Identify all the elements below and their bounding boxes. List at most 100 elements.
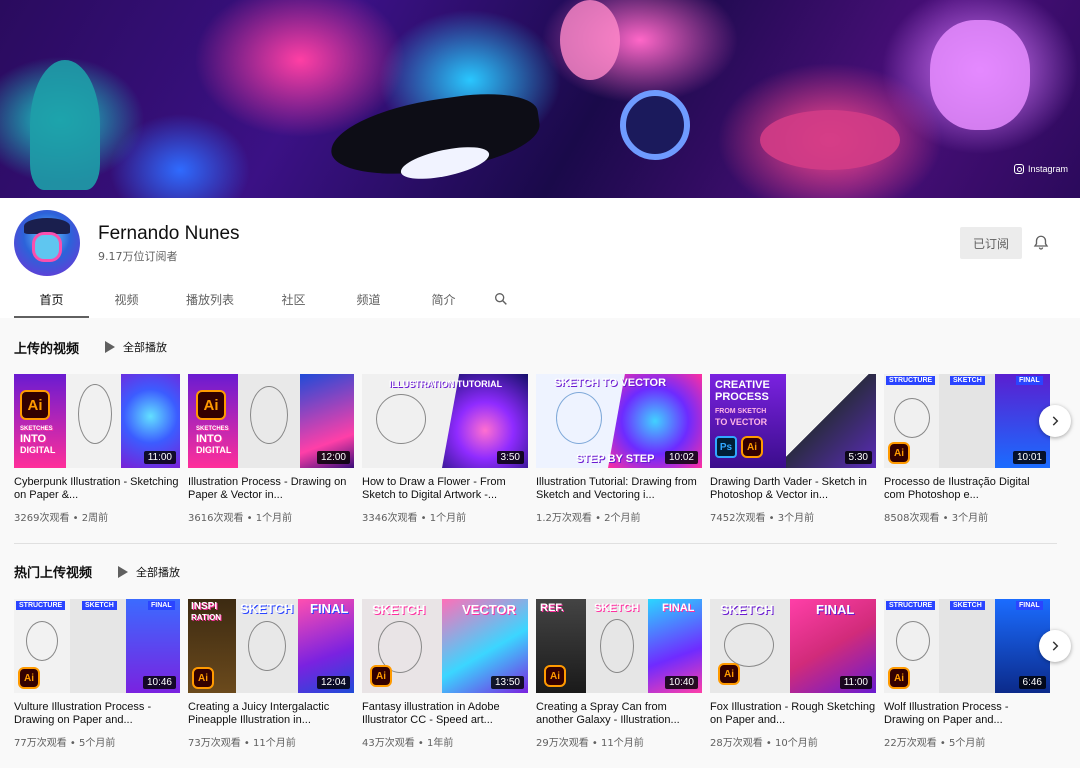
thumb-text: FINAL [310, 601, 349, 616]
thumb-text: SKETCHES [20, 426, 53, 432]
view-count: 1.2万次观看 [536, 513, 592, 524]
thumb-text: RATION [191, 613, 222, 622]
thumb-text: SKETCH [720, 602, 774, 617]
illustrator-icon: Ai [192, 667, 214, 689]
illustrator-icon: Ai [718, 663, 740, 685]
thumb-text: INTO [20, 433, 47, 445]
tab-playlists[interactable]: 播放列表 [164, 280, 256, 318]
video-title[interactable]: Vulture Illustration Process - Drawing o… [14, 701, 180, 727]
thumb-text: FINAL [148, 601, 175, 610]
thumb-text: FINAL [816, 602, 855, 617]
thumb-text: SKETCH [950, 376, 985, 385]
video-title[interactable]: Creating a Juicy Intergalactic Pineapple… [188, 701, 354, 727]
thumb-text: STEP BY STEP [576, 453, 655, 465]
video-thumbnail[interactable]: SKETCH TO VECTOR STEP BY STEP 10:02 [536, 374, 702, 468]
video-card[interactable]: STRUCTURE SKETCH FINAL Ai 6:46 Wolf Illu… [884, 599, 1050, 749]
video-thumbnail[interactable]: SKETCH VECTOR Ai 13:50 [362, 599, 528, 693]
video-title[interactable]: Creating a Spray Can from another Galaxy… [536, 701, 702, 727]
video-thumbnail[interactable]: ILLUSTRATION TUTORIAL 3:50 [362, 374, 528, 468]
thumb-text: CREATIVE [715, 379, 770, 391]
video-title[interactable]: Fantasy illustration in Adobe Illustrato… [362, 701, 528, 727]
thumb-text: STRUCTURE [886, 376, 936, 385]
play-all-popular[interactable]: 全部播放 [118, 564, 180, 580]
banner-art [30, 60, 100, 190]
video-duration: 10:46 [142, 676, 176, 689]
view-count: 28万次观看 [710, 738, 763, 749]
play-all-uploads[interactable]: 全部播放 [105, 339, 167, 355]
video-thumbnail[interactable]: Ai SKETCHES INTO DIGITAL 12:00 [188, 374, 354, 468]
upload-age: 11个月前 [253, 738, 296, 749]
banner-art [560, 0, 620, 80]
video-card[interactable]: STRUCTURE SKETCH FINAL Ai 10:46 Vulture … [14, 599, 180, 749]
thumb-text: ILLUSTRATION TUTORIAL [389, 379, 503, 389]
video-title[interactable]: Drawing Darth Vader - Sketch in Photosho… [710, 476, 876, 502]
tab-about[interactable]: 简介 [406, 280, 481, 318]
banner-art [620, 90, 690, 160]
video-thumbnail[interactable]: REF. SKETCH FINAL Ai 10:40 [536, 599, 702, 693]
video-duration: 3:50 [496, 451, 524, 464]
video-thumbnail[interactable]: STRUCTURE SKETCH FINAL Ai 10:46 [14, 599, 180, 693]
video-title[interactable]: Illustration Process - Drawing on Paper … [188, 476, 354, 502]
subscribed-button[interactable]: 已订阅 [960, 227, 1022, 259]
thumb-text: FINAL [662, 602, 695, 614]
upload-age: 2周前 [81, 513, 109, 524]
video-card[interactable]: Ai SKETCHES INTO DIGITAL 12:00 Illustrat… [188, 374, 354, 524]
view-count: 73万次观看 [188, 738, 241, 749]
video-thumbnail[interactable]: STRUCTURE SKETCH FINAL Ai 6:46 [884, 599, 1050, 693]
video-title[interactable]: Cyberpunk Illustration - Sketching on Pa… [14, 476, 180, 502]
video-card[interactable]: SKETCH VECTOR Ai 13:50 Fantasy illustrat… [362, 599, 528, 749]
video-meta: 3616次观看 • 1个月前 [188, 509, 354, 524]
tab-search[interactable] [481, 280, 521, 318]
meta-separator: • [591, 513, 605, 524]
illustrator-icon: Ai [544, 665, 566, 687]
video-title[interactable]: How to Draw a Flower - From Sketch to Di… [362, 476, 528, 502]
video-title[interactable]: Illustration Tutorial: Drawing from Sket… [536, 476, 702, 502]
tab-community[interactable]: 社区 [256, 280, 331, 318]
view-count: 3269次观看 [14, 513, 70, 524]
section-title-uploads: 上传的视频 [14, 342, 80, 357]
tab-home[interactable]: 首页 [14, 280, 89, 318]
video-card[interactable]: SKETCH TO VECTOR STEP BY STEP 10:02 Illu… [536, 374, 702, 524]
instagram-link[interactable]: Instagram [1013, 164, 1068, 174]
thumb-text: SKETCH [240, 601, 294, 616]
search-icon [495, 293, 507, 305]
avatar[interactable] [14, 210, 80, 276]
view-count: 43万次观看 [362, 738, 415, 749]
thumb-text: SKETCH [594, 602, 640, 614]
video-row-uploads: Ai SKETCHES INTO DIGITAL 11:00 Cyberpunk… [14, 374, 1080, 534]
video-card[interactable]: CREATIVE PROCESS FROM SKETCH TO VECTOR P… [710, 374, 876, 524]
subscriber-count: 9.17万位订阅者 [98, 250, 178, 263]
video-card[interactable]: SKETCH FINAL Ai 11:00 Fox Illustration -… [710, 599, 876, 749]
thumb-text: VECTOR [462, 602, 516, 617]
video-thumbnail[interactable]: Ai SKETCHES INTO DIGITAL 11:00 [14, 374, 180, 468]
video-title[interactable]: Processo de Ilustração Digital com Photo… [884, 476, 1050, 502]
banner-art [930, 20, 1030, 130]
illustrator-icon: Ai [20, 390, 50, 420]
video-meta: 3269次观看 • 2周前 [14, 509, 180, 524]
video-title[interactable]: Fox Illustration - Rough Sketching on Pa… [710, 701, 876, 727]
video-meta: 77万次观看 • 5个月前 [14, 734, 180, 749]
video-card[interactable]: Ai SKETCHES INTO DIGITAL 11:00 Cyberpunk… [14, 374, 180, 524]
video-card[interactable]: REF. SKETCH FINAL Ai 10:40 Creating a Sp… [536, 599, 702, 749]
view-count: 77万次观看 [14, 738, 67, 749]
illustrator-icon: Ai [370, 665, 392, 687]
meta-separator: • [588, 738, 601, 749]
video-thumbnail[interactable]: CREATIVE PROCESS FROM SKETCH TO VECTOR P… [710, 374, 876, 468]
video-card[interactable]: ILLUSTRATION TUTORIAL 3:50 How to Draw a… [362, 374, 528, 524]
section-title-popular: 热门上传视频 [14, 566, 93, 581]
tab-channels[interactable]: 频道 [331, 280, 406, 318]
video-card[interactable]: STRUCTURE SKETCH FINAL Ai 10:01 Processo… [884, 374, 1050, 524]
next-button-uploads[interactable] [1039, 405, 1071, 437]
illustrator-icon: Ai [888, 442, 910, 464]
video-thumbnail[interactable]: SKETCH FINAL Ai 11:00 [710, 599, 876, 693]
video-thumbnail[interactable]: INSPI RATION SKETCH FINAL Ai 12:04 [188, 599, 354, 693]
next-button-popular[interactable] [1039, 630, 1071, 662]
video-thumbnail[interactable]: STRUCTURE SKETCH FINAL Ai 10:01 [884, 374, 1050, 468]
video-duration: 10:02 [664, 451, 698, 464]
thumb-text: FINAL [1016, 601, 1043, 610]
video-card[interactable]: INSPI RATION SKETCH FINAL Ai 12:04 Creat… [188, 599, 354, 749]
tab-videos[interactable]: 视频 [89, 280, 164, 318]
video-title[interactable]: Wolf Illustration Process - Drawing on P… [884, 701, 1050, 727]
bell-icon[interactable] [1032, 234, 1050, 252]
meta-separator: • [939, 513, 952, 524]
